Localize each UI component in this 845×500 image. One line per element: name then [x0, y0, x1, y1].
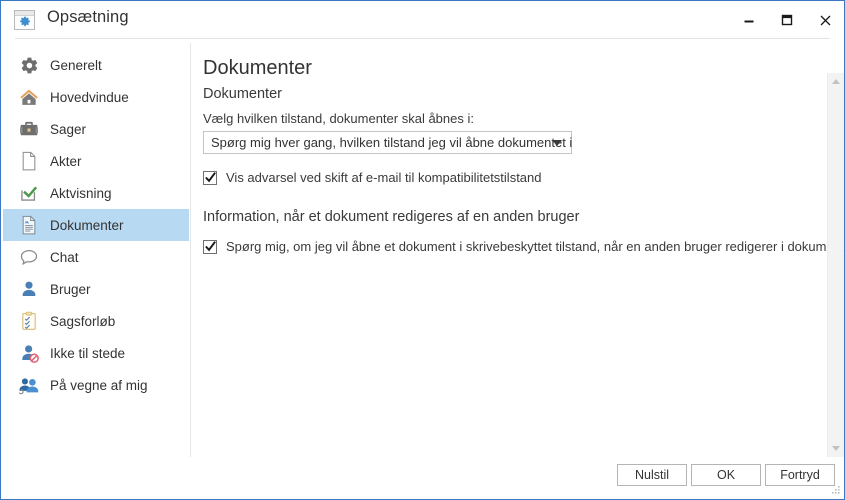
minimize-icon [744, 20, 754, 23]
sidebar-item-label: Sager [50, 121, 87, 137]
user-icon [16, 279, 42, 299]
sidebar-item-label: Ikke til stede [50, 345, 126, 361]
title-bar: Opsætning [1, 1, 844, 39]
briefcase-icon [16, 119, 42, 139]
sidebar-item-label: På vegne af mig [50, 377, 148, 393]
close-button[interactable] [806, 1, 844, 39]
sidebar-item-ikke-til-stede[interactable]: Ikke til stede [3, 337, 189, 369]
close-icon [820, 15, 830, 25]
reset-button[interactable]: Nulstil [617, 464, 687, 486]
subsection-title: Information, når et dokument redigeres a… [203, 209, 580, 225]
maximize-button[interactable] [768, 1, 806, 39]
readonly-prompt-label: Spørg mig, om jeg vil åbne et dokument i… [226, 239, 845, 254]
open-mode-label: Vælg hvilken tilstand, dokumenter skal å… [203, 111, 474, 126]
sidebar-item-aktvisning[interactable]: Aktvisning [3, 177, 189, 209]
sidebar-item-sager[interactable]: Sager [3, 113, 189, 145]
maximize-icon [781, 14, 793, 26]
resize-grip-icon[interactable] [829, 484, 841, 496]
checkmark-icon [205, 172, 216, 183]
readonly-prompt-checkbox-row[interactable]: Spørg mig, om jeg vil åbne et dokument i… [203, 239, 845, 254]
settings-window-icon [14, 10, 35, 30]
compat-warning-checkbox-row[interactable]: Vis advarsel ved skift af e-mail til kom… [203, 170, 542, 185]
readonly-prompt-checkbox[interactable] [203, 240, 217, 254]
chevron-down-icon [552, 139, 562, 146]
scroll-up-button[interactable] [828, 73, 844, 90]
window-body: Generelt Hovedvindue Sager Akter Aktvisn… [1, 39, 845, 499]
open-mode-dropdown-value: Spørg mig hver gang, hvilken tilstand je… [211, 135, 573, 150]
sidebar-item-label: Bruger [50, 281, 91, 297]
page-title: Dokumenter [203, 57, 312, 79]
ok-button[interactable]: OK [691, 464, 761, 486]
checkmark-icon [205, 241, 216, 252]
speech-bubble-icon [16, 247, 42, 267]
check-box-icon [16, 183, 42, 203]
sidebar-item-bruger[interactable]: Bruger [3, 273, 189, 305]
sidebar-item-label: Aktvisning [50, 185, 112, 201]
window-controls [730, 1, 844, 39]
user-blocked-icon [16, 343, 42, 364]
compat-warning-label: Vis advarsel ved skift af e-mail til kom… [226, 170, 542, 185]
sidebar-item-sagsforlob[interactable]: Sagsforløb [3, 305, 189, 337]
window-title: Opsætning [47, 8, 129, 26]
sidebar-item-label: Akter [50, 153, 82, 169]
sidebar-item-hovedvindue[interactable]: Hovedvindue [3, 81, 189, 113]
sidebar-item-label: Dokumenter [50, 217, 124, 233]
gear-icon [16, 56, 42, 75]
sidebar-item-label: Sagsforløb [50, 313, 116, 329]
section-title: Dokumenter [203, 86, 282, 102]
cancel-button[interactable]: Fortryd [765, 464, 835, 486]
minimize-button[interactable] [730, 1, 768, 39]
home-icon [16, 87, 42, 107]
sidebar-item-akter[interactable]: Akter [3, 145, 189, 177]
sidebar-item-label: Hovedvindue [50, 89, 129, 105]
sidebar-item-pa-vegne-af-mig[interactable]: På vegne af mig [3, 369, 189, 401]
scroll-up-arrow-icon [832, 79, 840, 84]
sidebar-item-generelt[interactable]: Generelt [3, 49, 189, 81]
settings-sidebar: Generelt Hovedvindue Sager Akter Aktvisn… [1, 39, 190, 499]
open-mode-dropdown[interactable]: Spørg mig hver gang, hvilken tilstand je… [203, 131, 572, 154]
sidebar-item-dokumenter[interactable]: Dokumenter [3, 209, 189, 241]
users-delegate-icon [16, 375, 42, 396]
compat-warning-checkbox[interactable] [203, 171, 217, 185]
settings-window: Opsætning Generelt Hovedvindue Sager Akt… [0, 0, 845, 500]
scroll-down-arrow-icon [832, 446, 840, 451]
sidebar-item-label: Generelt [50, 57, 102, 73]
settings-main-panel: Dokumenter Dokumenter Vælg hvilken tilst… [191, 39, 845, 499]
gear-icon [19, 16, 30, 27]
document-icon [16, 215, 42, 235]
sidebar-item-label: Chat [50, 249, 79, 265]
page-icon [16, 151, 42, 171]
content-scrollbar[interactable] [827, 73, 844, 457]
sidebar-item-chat[interactable]: Chat [3, 241, 189, 273]
dialog-footer: Nulstil OK Fortryd [1, 454, 844, 499]
clipboard-check-icon [16, 311, 42, 331]
